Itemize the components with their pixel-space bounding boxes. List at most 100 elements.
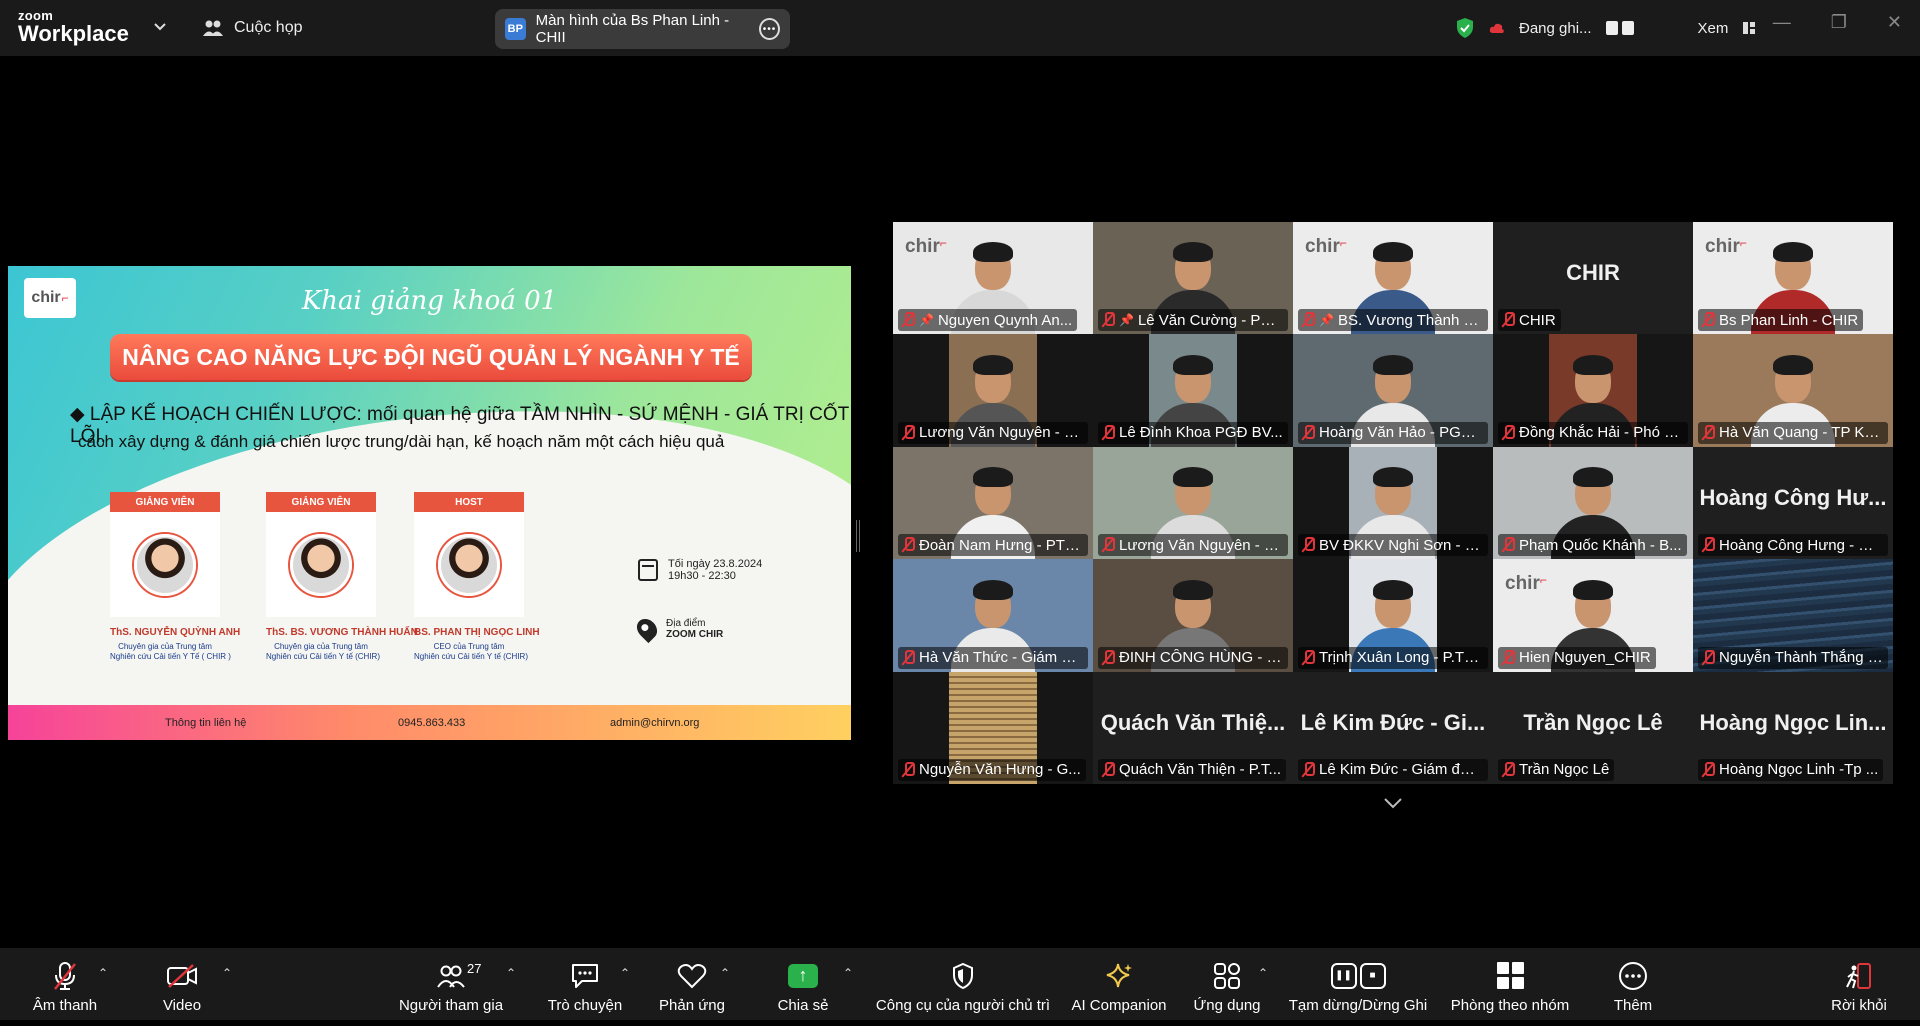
participant-tile[interactable]: Hà Văn Quang - TP KH... xyxy=(1693,334,1893,447)
participant-tile[interactable]: Đoàn Nam Hưng - PTC... xyxy=(893,446,1093,560)
participant-tile[interactable]: chir⌐ 📌 Nguyen Quynh An... xyxy=(893,222,1093,335)
participant-tile[interactable]: CHIR CHIR xyxy=(1493,222,1693,335)
chat-label: Trò chuyện xyxy=(547,996,623,1014)
meeting-menu-label: Cuộc họp xyxy=(234,19,303,36)
participant-name-label: Hoàng Ngọc Linh -Tp ... xyxy=(1698,758,1884,781)
zoom-workplace-logo[interactable]: zoom Workplace xyxy=(18,9,129,45)
slide-topic-line2: cách xây dựng & đánh giá chiến lược trun… xyxy=(78,432,725,451)
participant-tile[interactable]: Lê Kim Đức - Gi... Lê Kim Đức - Giám đốc.… xyxy=(1293,671,1493,784)
participant-tile[interactable]: Hà Văn Thức - Giám đố... xyxy=(893,559,1093,672)
meeting-menu[interactable]: Cuộc họp xyxy=(202,15,303,41)
participant-tile[interactable]: Hoàng Ngọc Lin... Hoàng Ngọc Linh -Tp ... xyxy=(1693,671,1893,784)
shared-screen[interactable]: chir ⌐ Khai giảng khoá 01 NÂNG CAO NĂNG L… xyxy=(8,266,851,740)
participant-name-label: Lương Văn Nguyên - P... xyxy=(898,421,1088,444)
participant-name-label: 📌 Nguyen Quynh An... xyxy=(898,309,1078,332)
participant-tile[interactable]: 📌Lê Văn Cường - PGĐ - ... xyxy=(1093,222,1293,335)
recording-controls[interactable] xyxy=(1605,21,1634,35)
share-options-caret-icon[interactable]: ⌃ xyxy=(843,966,853,980)
video-button[interactable]: Video xyxy=(150,948,214,1026)
participant-tile[interactable]: Lương Văn Nguyên - PGĐ... xyxy=(1093,446,1293,560)
pause-stop-recording-button[interactable]: ❚❚ ■ Tạm dừng/Dừng Ghi xyxy=(1284,948,1432,1026)
minimize-icon[interactable]: — xyxy=(1773,12,1791,33)
calendar-icon xyxy=(638,559,658,581)
gallery-next-chevron-icon[interactable] xyxy=(1382,796,1404,810)
mic-muted-icon xyxy=(1101,537,1115,553)
participant-name: Hien Nguyen_CHIR xyxy=(1519,649,1651,667)
participant-tile[interactable]: Phạm Quốc Khánh - B... xyxy=(1493,446,1693,560)
audio-button[interactable]: Âm thanh xyxy=(26,948,104,1026)
participant-tile[interactable]: Lê Đình Khoa PGĐ BV... xyxy=(1093,334,1293,447)
participant-tile[interactable]: Quách Văn Thiệ... Quách Văn Thiện - P.T..… xyxy=(1093,671,1293,784)
ai-companion-button[interactable]: AI Companion xyxy=(1068,948,1170,1026)
participant-tile[interactable]: ĐINH CÔNG HÙNG - B... xyxy=(1093,559,1293,672)
speaker-tag: GIẢNG VIÊN xyxy=(266,492,376,512)
speaker-desc-line: Chuyên gia của Trung tâm xyxy=(118,642,212,651)
slide-hours: 19h30 - 22:30 xyxy=(668,570,736,582)
participant-tile[interactable]: Nguyễn Thành Thắng -... xyxy=(1693,559,1893,672)
participant-name: Bs Phan Linh - CHIR xyxy=(1719,311,1859,329)
participants-button[interactable]: 27 Người tham gia xyxy=(392,948,510,1026)
participant-name-label: Phạm Quốc Khánh - B... xyxy=(1498,534,1687,557)
screen-share-indicator[interactable]: BP Màn hình của Bs Phan Linh - CHII ••• xyxy=(495,9,790,49)
speaker-photo xyxy=(438,533,500,596)
participant-name: Hoàng Văn Hảo - PGĐ ... xyxy=(1319,424,1483,442)
split-resize-handle[interactable] xyxy=(856,520,860,552)
participant-tile[interactable]: Hoàng Công Hư... Hoàng Công Hưng - Gi... xyxy=(1693,446,1893,560)
breakout-rooms-button[interactable]: Phòng theo nhóm xyxy=(1444,948,1576,1026)
participant-tile[interactable]: Trịnh Xuân Long - P.TP... xyxy=(1293,559,1493,672)
reactions-options-caret-icon[interactable]: ⌃ xyxy=(720,966,730,980)
mic-muted-icon xyxy=(54,961,76,990)
place-value: ZOOM CHIR xyxy=(666,629,724,640)
participant-tile[interactable]: Lương Văn Nguyên - P... xyxy=(893,334,1093,447)
mic-muted-icon xyxy=(1701,312,1715,328)
chir-background-logo: chir⌐ xyxy=(1305,236,1347,257)
restore-icon[interactable]: ❐ xyxy=(1831,12,1847,33)
view-layout-icon[interactable] xyxy=(1742,21,1756,35)
participant-name: Đồng Khắc Hải - Phó G... xyxy=(1519,424,1683,442)
speaker-desc-line: Nghiên cứu Cải tiến Y tế (CHIR) xyxy=(414,652,528,662)
shield-check-icon[interactable] xyxy=(1455,17,1475,39)
chat-options-caret-icon[interactable]: ⌃ xyxy=(620,966,630,980)
video-options-caret-icon[interactable]: ⌃ xyxy=(222,966,232,980)
mic-muted-icon xyxy=(1301,649,1315,666)
participant-name-label: Trịnh Xuân Long - P.TP... xyxy=(1298,646,1488,669)
top-bar: zoom Workplace Cuộc họp BP Màn hình của … xyxy=(0,0,1920,56)
participant-tile[interactable]: Đồng Khắc Hải - Phó G... xyxy=(1493,334,1693,447)
speaker-desc: CEO của Trung tâm Nghiên cứu Cải tiến Y t… xyxy=(414,642,528,663)
participant-tile[interactable]: Nguyễn Văn Hưng - G... xyxy=(893,671,1093,784)
participant-tile[interactable]: Trần Ngọc Lê Trần Ngọc Lê xyxy=(1493,671,1693,784)
audio-label: Âm thanh xyxy=(32,996,98,1014)
chat-button[interactable]: Trò chuyện xyxy=(540,948,630,1026)
host-tools-button[interactable]: Công cụ của người chủ trì xyxy=(870,948,1056,1026)
chat-icon xyxy=(572,963,598,988)
participant-tile[interactable]: chir⌐ 📌 BS. Vương Thành H... xyxy=(1293,222,1493,335)
mic-muted-icon xyxy=(1301,537,1315,553)
slide-date: Tối ngày 23.8.2024 xyxy=(668,558,763,570)
more-button[interactable]: Thêm xyxy=(1610,948,1656,1026)
speaker-desc-line: Nghiên cứu Cải tiến Y tế (CHIR) xyxy=(266,652,380,662)
apps-options-caret-icon[interactable]: ⌃ xyxy=(1258,966,1268,980)
participant-name-label: Lê Đình Khoa PGĐ BV... xyxy=(1098,421,1288,444)
participant-name-label: Hoàng Công Hưng - Gi... xyxy=(1698,534,1888,557)
participant-tile[interactable]: chir⌐ Bs Phan Linh - CHIR xyxy=(1693,222,1893,335)
participant-tile[interactable]: BV ĐKKV Nghi Sơn - P... xyxy=(1293,446,1493,560)
audio-options-caret-icon[interactable]: ⌃ xyxy=(98,966,108,980)
more-options-icon[interactable]: ••• xyxy=(759,18,780,40)
pause-recording-icon[interactable] xyxy=(1605,21,1618,35)
participant-tile[interactable]: Hoàng Văn Hảo - PGĐ ... xyxy=(1293,334,1493,447)
share-screen-button[interactable]: ↑ Chia sẻ xyxy=(768,948,838,1026)
participant-name: Hoàng Công Hưng - Gi... xyxy=(1719,536,1883,554)
leave-button[interactable]: Rời khỏi xyxy=(1826,948,1892,1026)
reactions-button[interactable]: Phản ứng xyxy=(652,948,732,1026)
chevron-down-icon[interactable] xyxy=(150,17,170,37)
pin-icon: 📌 xyxy=(919,313,934,328)
stop-recording-icon[interactable] xyxy=(1621,21,1634,35)
camera-off-icon xyxy=(167,963,197,988)
apps-button[interactable]: Ứng dụng xyxy=(1190,948,1264,1026)
slide-place: Địa điểm ZOOM CHIR xyxy=(632,614,724,644)
participant-tile[interactable]: chir⌐ Hien Nguyen_CHIR xyxy=(1493,559,1693,672)
view-button[interactable]: Xem xyxy=(1698,20,1729,37)
close-icon[interactable]: ✕ xyxy=(1887,12,1902,33)
participants-options-caret-icon[interactable]: ⌃ xyxy=(506,966,516,980)
ai-companion-label: AI Companion xyxy=(1071,996,1167,1014)
